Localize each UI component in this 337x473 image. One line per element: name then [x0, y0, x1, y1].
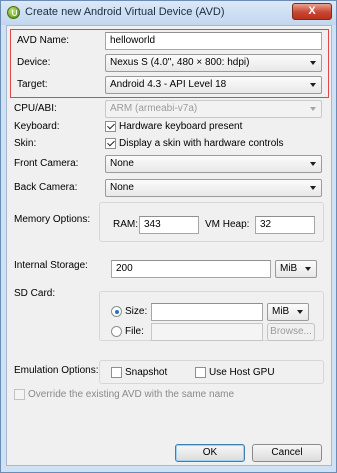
cancel-button[interactable]: Cancel [252, 444, 322, 462]
internal-storage-label: Internal Storage: [14, 260, 88, 271]
ram-label: RAM: [113, 219, 138, 230]
sd-size-input[interactable] [151, 303, 263, 321]
window-title: Create new Android Virtual Device (AVD) [25, 6, 225, 18]
chevron-down-icon [310, 61, 316, 65]
internal-storage-unit-value: MiB [280, 263, 298, 274]
cpu-abi-value: ARM (armeabi-v7a) [110, 103, 198, 114]
avd-name-label: AVD Name: [17, 35, 70, 46]
vm-heap-label: VM Heap: [205, 219, 250, 230]
host-gpu-checkbox[interactable] [195, 367, 206, 378]
vm-heap-input[interactable]: 32 [255, 216, 315, 234]
front-camera-dropdown[interactable]: None [105, 155, 322, 173]
avd-name-input[interactable]: helloworld [105, 32, 322, 50]
close-button[interactable]: X [292, 3, 332, 20]
ram-input[interactable]: 343 [139, 216, 199, 234]
internal-storage-unit-dropdown[interactable]: MiB [275, 260, 317, 278]
chevron-down-icon [297, 310, 303, 314]
sd-size-unit-value: MiB [272, 306, 290, 317]
snapshot-checkbox[interactable] [111, 367, 122, 378]
chevron-down-icon [310, 186, 316, 190]
title-bar[interactable]: Create new Android Virtual Device (AVD) … [1, 1, 336, 25]
chevron-down-icon [310, 162, 316, 166]
skin-label: Skin: [14, 138, 37, 149]
chevron-down-icon [305, 267, 311, 271]
sd-file-label: File: [125, 326, 144, 337]
back-camera-value: None [110, 182, 134, 193]
device-dropdown[interactable]: Nexus S (4.0", 480 × 800: hdpi) [105, 54, 322, 72]
sd-size-label: Size: [125, 306, 148, 317]
device-label: Device: [17, 57, 51, 68]
sd-card-label: SD Card: [14, 288, 56, 299]
memory-options-label: Memory Options: [14, 214, 91, 225]
chevron-down-icon [310, 107, 316, 111]
keyboard-option-label: Hardware keyboard present [119, 121, 243, 132]
cpu-abi-label: CPU/ABI: [14, 103, 57, 114]
front-camera-label: Front Camera: [14, 158, 79, 169]
back-camera-label: Back Camera: [14, 182, 78, 193]
target-dropdown[interactable]: Android 4.3 - API Level 18 [105, 76, 322, 94]
back-camera-dropdown[interactable]: None [105, 179, 322, 197]
ok-button[interactable]: OK [175, 444, 245, 462]
override-label: Override the existing AVD with the same … [28, 389, 235, 400]
sd-file-input[interactable] [151, 323, 263, 341]
target-value: Android 4.3 - API Level 18 [110, 79, 227, 90]
sd-file-radio[interactable] [111, 326, 122, 337]
internal-storage-input[interactable]: 200 [111, 260, 271, 278]
device-value: Nexus S (4.0", 480 × 800: hdpi) [110, 57, 250, 68]
android-sdk-app-icon [7, 6, 20, 19]
emulation-options-label: Emulation Options: [14, 365, 99, 376]
sd-size-radio[interactable] [111, 306, 122, 317]
chevron-down-icon [310, 83, 316, 87]
keyboard-checkbox[interactable] [105, 121, 116, 132]
target-label: Target: [17, 79, 48, 90]
browse-button[interactable]: Browse... [267, 323, 315, 341]
dialog-client-area: AVD Name: helloworld Device: Nexus S (4.… [6, 25, 332, 466]
host-gpu-label: Use Host GPU [209, 367, 275, 378]
keyboard-label: Keyboard: [14, 121, 60, 132]
sd-size-unit-dropdown[interactable]: MiB [267, 303, 309, 321]
cpu-abi-dropdown[interactable]: ARM (armeabi-v7a) [105, 100, 322, 118]
front-camera-value: None [110, 158, 134, 169]
override-checkbox[interactable] [14, 389, 25, 400]
avd-dialog-window: Create new Android Virtual Device (AVD) … [0, 0, 337, 473]
skin-option-label: Display a skin with hardware controls [119, 138, 284, 149]
snapshot-label: Snapshot [125, 367, 168, 378]
skin-checkbox[interactable] [105, 138, 116, 149]
